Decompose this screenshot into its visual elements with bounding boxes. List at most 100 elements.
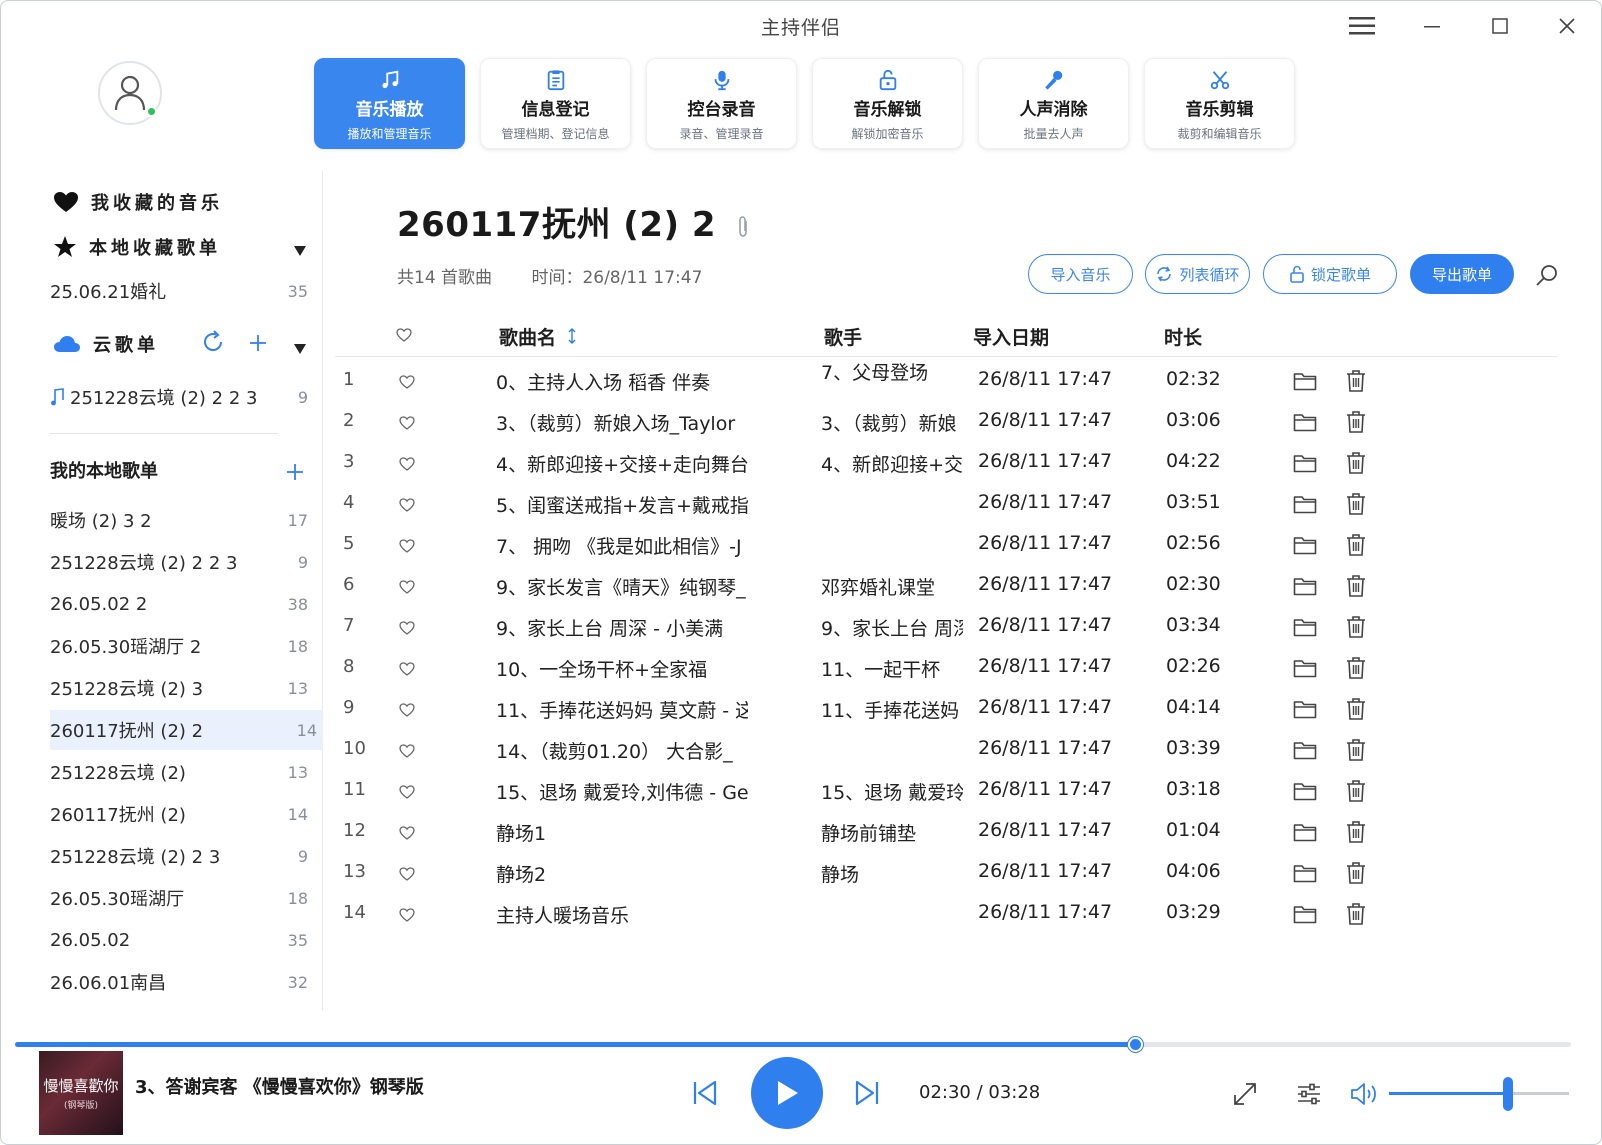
- maximize-icon[interactable]: [1480, 11, 1520, 41]
- table-row[interactable]: 2 3、（裁剪）新娘入场_Taylor 3、（裁剪）新娘 26/8/11 17:47 0…: [335, 401, 1557, 443]
- sidebar-item-local-playlist[interactable]: 251228云境 (2) 2 3 9: [50, 836, 314, 876]
- favorite-heart-icon[interactable]: [399, 782, 417, 800]
- previous-track-icon[interactable]: [691, 1079, 719, 1111]
- export-playlist-button[interactable]: 导出歌单: [1410, 254, 1514, 294]
- delete-trash-icon[interactable]: [1345, 615, 1369, 639]
- sidebar-cloud[interactable]: 云歌单: [53, 331, 159, 357]
- tool-music-unlock[interactable]: 音乐解锁 解锁加密音乐: [812, 58, 963, 149]
- list-loop-button[interactable]: 列表循环: [1145, 254, 1250, 294]
- playback-progress[interactable]: [15, 1037, 1571, 1052]
- search-icon[interactable]: [1535, 263, 1559, 287]
- favorite-heart-icon[interactable]: [399, 905, 417, 923]
- cloud-collapse-icon[interactable]: [294, 339, 306, 358]
- play-button[interactable]: [751, 1057, 823, 1129]
- table-row[interactable]: 11 15、退场 戴爱玲,刘伟德 - Ge 15、退场 戴爱玲 26/8/11 17:…: [335, 770, 1557, 812]
- sidebar-item-local-playlist[interactable]: 暖场 (2) 3 2 17: [50, 500, 314, 540]
- local-fav-collapse-icon[interactable]: [294, 241, 306, 260]
- delete-trash-icon[interactable]: [1345, 697, 1369, 721]
- delete-trash-icon[interactable]: [1345, 902, 1369, 926]
- open-folder-icon[interactable]: [1293, 453, 1319, 475]
- table-row[interactable]: 4 5、闺蜜送戒指+发言+戴戒指 26/8/11 17:47 03:51: [335, 483, 1557, 525]
- table-row[interactable]: 1 0、主持人入场 稻香 伴奏 7、父母登场 26/8/11 17:47 02:32: [335, 360, 1557, 402]
- favorite-heart-icon[interactable]: [399, 454, 417, 472]
- delete-trash-icon[interactable]: [1345, 451, 1369, 475]
- sidebar-item-local-playlist[interactable]: 26.05.02 2 38: [50, 584, 314, 624]
- favorite-heart-icon[interactable]: [399, 413, 417, 431]
- table-row[interactable]: 12 静场1 静场前铺垫 26/8/11 17:47 01:04: [335, 811, 1557, 853]
- favorite-heart-icon[interactable]: [399, 823, 417, 841]
- header-import-date[interactable]: 导入日期: [973, 323, 1049, 350]
- delete-trash-icon[interactable]: [1345, 369, 1369, 393]
- progress-knob[interactable]: [1128, 1037, 1144, 1052]
- favorite-heart-icon[interactable]: [399, 700, 417, 718]
- table-row[interactable]: 9 11、手捧花送妈妈 莫文蔚 - 这 11、手捧花送妈 26/8/11 17:47 0…: [335, 688, 1557, 730]
- header-artist[interactable]: 歌手: [824, 323, 862, 350]
- header-duration[interactable]: 时长: [1164, 323, 1202, 350]
- open-folder-icon[interactable]: [1293, 576, 1319, 598]
- close-icon[interactable]: [1547, 11, 1587, 41]
- open-folder-icon[interactable]: [1293, 863, 1319, 885]
- tool-console-record[interactable]: 控台录音 录音、管理录音: [646, 58, 797, 149]
- favorite-heart-icon[interactable]: [399, 495, 417, 513]
- sidebar-item-local-playlist[interactable]: 26.05.30瑶湖厅 18: [50, 878, 314, 918]
- open-folder-icon[interactable]: [1293, 740, 1319, 762]
- sidebar-item-local-playlist[interactable]: 26.05.02 35: [50, 920, 314, 960]
- open-folder-icon[interactable]: [1293, 371, 1319, 393]
- open-folder-icon[interactable]: [1293, 822, 1319, 844]
- open-folder-icon[interactable]: [1293, 904, 1319, 926]
- favorite-heart-icon[interactable]: [399, 536, 417, 554]
- refresh-icon[interactable]: [201, 330, 225, 358]
- sidebar-item-local-playlist[interactable]: 251228云境 (2) 3 13: [50, 668, 314, 708]
- tool-vocal-remove[interactable]: 人声消除 批量去人声: [978, 58, 1129, 149]
- table-row[interactable]: 14 主持人暖场音乐 26/8/11 17:47 03:29: [335, 893, 1557, 935]
- sidebar-item-local-playlist[interactable]: 251228云境 (2) 13: [50, 752, 314, 792]
- open-folder-icon[interactable]: [1293, 658, 1319, 680]
- delete-trash-icon[interactable]: [1345, 656, 1369, 680]
- open-folder-icon[interactable]: [1293, 699, 1319, 721]
- delete-trash-icon[interactable]: [1345, 738, 1369, 762]
- open-folder-icon[interactable]: [1293, 494, 1319, 516]
- sidebar-item-local-playlist[interactable]: 26.06.01南昌 32: [50, 962, 314, 1002]
- delete-trash-icon[interactable]: [1345, 820, 1369, 844]
- sidebar-item-local-playlist[interactable]: 26.05.30瑶湖厅 2 18: [50, 626, 314, 666]
- equalizer-icon[interactable]: [1296, 1081, 1322, 1111]
- tool-music-edit[interactable]: 音乐剪辑 裁剪和编辑音乐: [1144, 58, 1295, 149]
- favorite-heart-icon[interactable]: [399, 741, 417, 759]
- fullscreen-icon[interactable]: [1232, 1081, 1258, 1111]
- menu-icon[interactable]: [1342, 11, 1382, 41]
- sidebar-item-local-fav[interactable]: 25.06.21婚礼 35: [50, 271, 314, 311]
- open-folder-icon[interactable]: [1293, 412, 1319, 434]
- delete-trash-icon[interactable]: [1345, 533, 1369, 557]
- header-song-name[interactable]: 歌曲名: [499, 323, 577, 350]
- table-row[interactable]: 10 14、（裁剪01.20） 大合影_ 26/8/11 17:47 03:39: [335, 729, 1557, 771]
- sidebar-item-local-playlist[interactable]: 251228云境 (2) 2 2 3 9: [50, 542, 314, 582]
- table-row[interactable]: 3 4、新郎迎接+交接+走向舞台 4、新郎迎接+交 26/8/11 17:47 04:2…: [335, 442, 1557, 484]
- delete-trash-icon[interactable]: [1345, 410, 1369, 434]
- table-row[interactable]: 7 9、家长上台 周深 - 小美满 9、家长上台 周深 26/8/11 17:47 03…: [335, 606, 1557, 648]
- sidebar-item-local-playlist[interactable]: 260117抚州 (2) 2 14: [50, 710, 323, 750]
- sidebar-local-fav[interactable]: 本地收藏歌单: [53, 234, 221, 260]
- volume-slider[interactable]: [1389, 1077, 1569, 1111]
- tool-music-play[interactable]: 音乐播放 播放和管理音乐: [314, 58, 465, 149]
- delete-trash-icon[interactable]: [1345, 574, 1369, 598]
- table-row[interactable]: 13 静场2 静场 26/8/11 17:47 04:06: [335, 852, 1557, 894]
- table-row[interactable]: 8 10、一全场干杯+全家福 11、一起干杯 26/8/11 17:47 02:26: [335, 647, 1557, 689]
- delete-trash-icon[interactable]: [1345, 492, 1369, 516]
- favorite-heart-icon[interactable]: [399, 372, 417, 390]
- sidebar-item-cloud[interactable]: 251228云境 (2) 2 2 3 9: [50, 377, 314, 417]
- delete-trash-icon[interactable]: [1345, 779, 1369, 803]
- minimize-icon[interactable]: [1412, 11, 1452, 41]
- table-row[interactable]: 5 7、 拥吻 《我是如此相信》-J 26/8/11 17:47 02:56: [335, 524, 1557, 566]
- favorite-heart-icon[interactable]: [399, 864, 417, 882]
- open-folder-icon[interactable]: [1293, 617, 1319, 639]
- favorite-heart-icon[interactable]: [399, 577, 417, 595]
- lock-playlist-button[interactable]: 锁定歌单: [1263, 254, 1397, 294]
- favorite-heart-icon[interactable]: [399, 618, 417, 636]
- favorite-heart-icon[interactable]: [399, 659, 417, 677]
- volume-knob[interactable]: [1502, 1077, 1513, 1111]
- avatar[interactable]: [98, 61, 162, 125]
- table-row[interactable]: 6 9、家长发言《晴天》纯钢琴_ 邓弈婚礼课堂 26/8/11 17:47 02:30: [335, 565, 1557, 607]
- open-folder-icon[interactable]: [1293, 781, 1319, 803]
- volume-icon[interactable]: [1350, 1081, 1380, 1111]
- open-folder-icon[interactable]: [1293, 535, 1319, 557]
